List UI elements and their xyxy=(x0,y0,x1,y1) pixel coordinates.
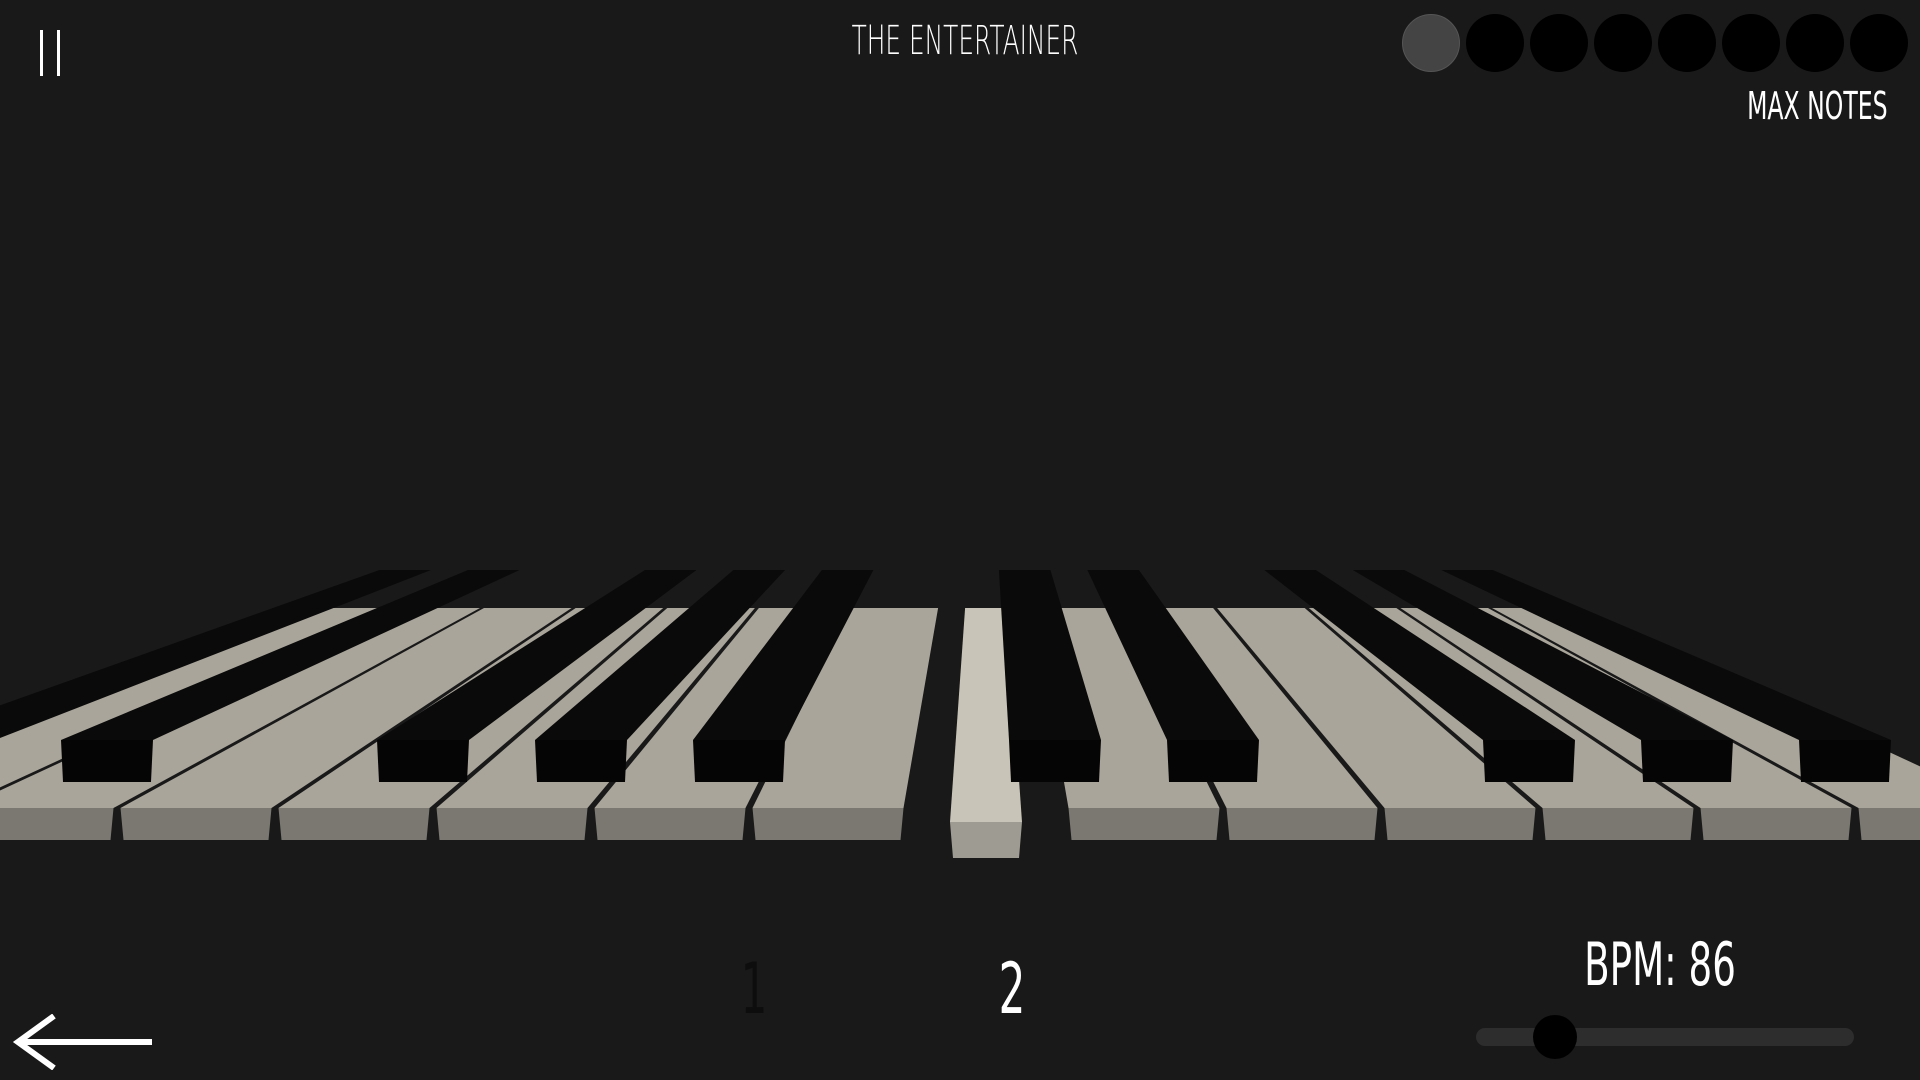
white-key-front-14 xyxy=(1858,808,1920,840)
white-key-front-8 xyxy=(950,822,1022,858)
black-key-front-6 xyxy=(1009,740,1101,782)
white-key-front-11 xyxy=(1384,808,1536,840)
note-slot-8[interactable] xyxy=(1850,14,1908,72)
white-key-front-2 xyxy=(0,808,114,840)
song-title: THE ENTERTAINER xyxy=(851,18,1079,64)
note-slot-4[interactable] xyxy=(1594,14,1652,72)
bpm-slider[interactable] xyxy=(1476,1015,1854,1059)
white-key-front-12 xyxy=(1542,808,1694,840)
note-slot-5[interactable] xyxy=(1658,14,1716,72)
white-key-front-9 xyxy=(1068,808,1220,840)
note-slot-1[interactable] xyxy=(1402,14,1460,72)
white-key-front-5 xyxy=(436,808,588,840)
white-key-front-4 xyxy=(278,808,430,840)
black-key-front-2 xyxy=(61,740,153,782)
white-key-front-3 xyxy=(120,808,272,840)
piano-keyboard[interactable] xyxy=(0,560,1920,870)
black-key-front-3 xyxy=(377,740,469,782)
pause-bar-right xyxy=(57,30,60,76)
black-key-front-4 xyxy=(535,740,627,782)
pause-bar-left xyxy=(40,30,43,76)
bpm-label: BPM: 86 xyxy=(1584,930,1736,1000)
black-key-front-8 xyxy=(1483,740,1575,782)
black-key-front-7 xyxy=(1167,740,1259,782)
pause-button[interactable] xyxy=(38,30,64,76)
voice-2-button[interactable]: 2 xyxy=(988,948,1036,1030)
back-arrow-icon[interactable] xyxy=(12,1014,154,1070)
note-slot-2[interactable] xyxy=(1466,14,1524,72)
voice-1-button[interactable]: 1 xyxy=(730,948,778,1030)
bpm-slider-thumb[interactable] xyxy=(1533,1015,1578,1059)
black-key-front-10 xyxy=(1799,740,1891,782)
note-slot-6[interactable] xyxy=(1722,14,1780,72)
white-key-front-7 xyxy=(752,808,904,840)
black-key-front-9 xyxy=(1641,740,1733,782)
white-key-front-10 xyxy=(1226,808,1378,840)
max-notes-label: MAX NOTES xyxy=(1747,84,1888,128)
black-key-front-5 xyxy=(693,740,785,782)
white-key-front-13 xyxy=(1700,808,1852,840)
note-slot-7[interactable] xyxy=(1786,14,1844,72)
white-key-front-6 xyxy=(594,808,746,840)
note-slot-3[interactable] xyxy=(1530,14,1588,72)
